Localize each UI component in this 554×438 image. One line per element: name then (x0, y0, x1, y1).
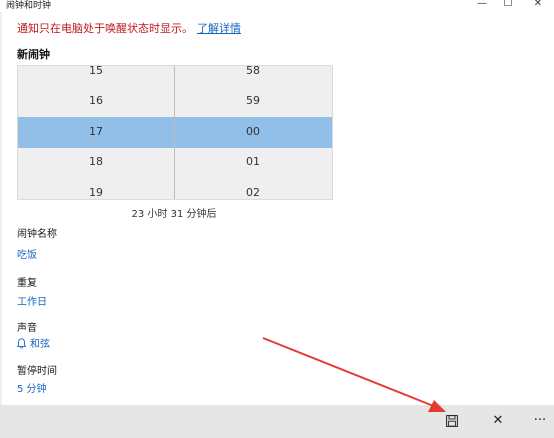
annotation-arrow-icon (262, 337, 446, 412)
